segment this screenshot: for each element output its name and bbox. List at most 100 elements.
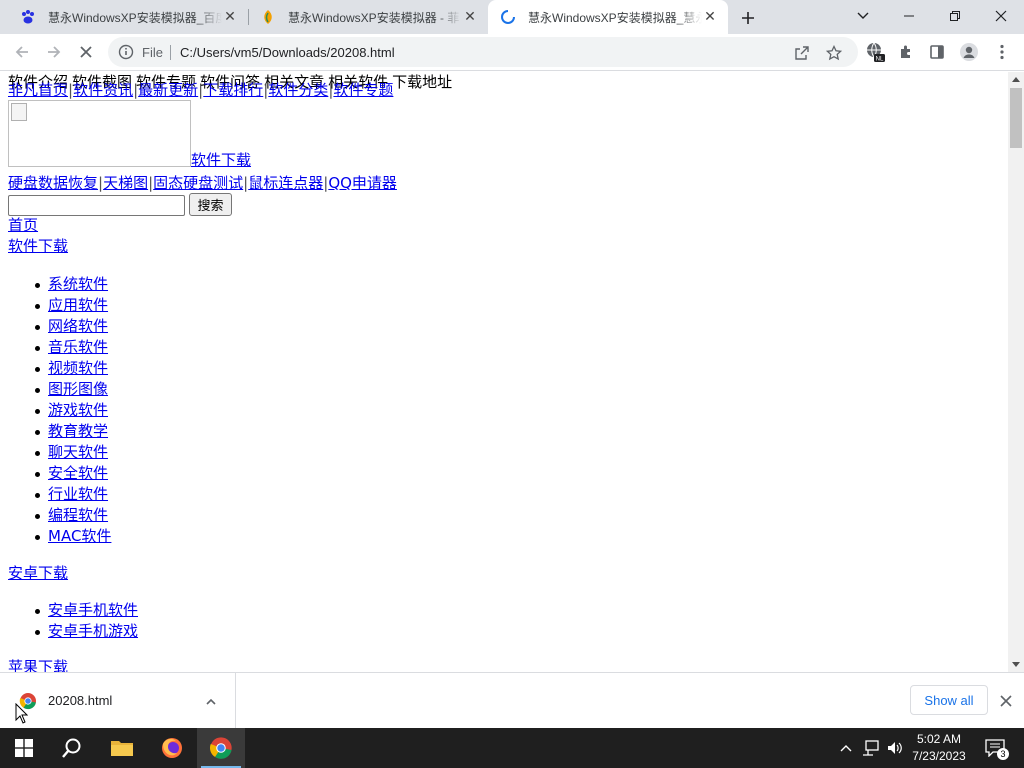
hot-link-ssd-test[interactable]: 固态硬盘测试 — [153, 174, 243, 192]
scroll-down-arrow-icon[interactable] — [1012, 662, 1020, 667]
windows-logo-icon — [15, 739, 33, 757]
category-link[interactable]: 安卓手机游戏 — [48, 622, 138, 640]
download-item[interactable]: 20208.html — [0, 673, 236, 729]
stop-loading-button[interactable] — [72, 38, 100, 66]
page-scrollbar[interactable] — [1008, 72, 1024, 672]
hot-link-data-recovery[interactable]: 硬盘数据恢复 — [8, 174, 98, 192]
notification-center-button[interactable]: 3 — [980, 728, 1010, 768]
list-item: 应用软件 — [34, 295, 111, 316]
close-window-button[interactable] — [978, 0, 1024, 32]
search-button[interactable] — [48, 728, 96, 768]
search-input[interactable] — [8, 195, 185, 216]
category-link[interactable]: 网络软件 — [48, 317, 108, 335]
url-text[interactable]: C:/Users/vm5/Downloads/20208.html — [180, 45, 395, 60]
scrollbar-thumb[interactable] — [1010, 88, 1022, 148]
new-tab-button[interactable] — [734, 4, 762, 32]
broken-logo-image[interactable] — [8, 100, 191, 167]
translate-extension-icon[interactable]: NL — [861, 38, 889, 66]
address-bar[interactable]: File C:/Users/vm5/Downloads/20208.html — [108, 37, 858, 67]
site-nav-news-link[interactable]: 软件资讯 — [73, 81, 133, 99]
bookmark-star-icon[interactable] — [823, 42, 845, 64]
list-item: 编程软件 — [34, 505, 111, 526]
start-button[interactable] — [0, 728, 48, 768]
section-title-apple: 苹果下载 — [8, 657, 68, 672]
home-link[interactable]: 首页 — [8, 216, 38, 234]
close-download-bar-icon[interactable] — [996, 691, 1016, 711]
hot-link-ladder-chart[interactable]: 天梯图 — [103, 174, 148, 192]
list-item: 系统软件 — [34, 274, 111, 295]
category-link[interactable]: 安卓手机软件 — [48, 601, 138, 619]
system-clock[interactable]: 5:02 AM 7/23/2023 — [900, 731, 978, 765]
profile-avatar-icon[interactable] — [955, 38, 983, 66]
section-link-apple[interactable]: 苹果下载 — [8, 658, 68, 672]
chrome-icon — [209, 737, 232, 759]
firefox-button[interactable] — [148, 728, 196, 768]
hot-link-qq-register[interactable]: QQ申请器 — [328, 174, 397, 192]
site-nav-topics-link[interactable]: 软件专题 — [333, 81, 393, 99]
windows-taskbar: 5:02 AM 7/23/2023 3 — [0, 728, 1024, 768]
clock-time: 5:02 AM — [916, 732, 962, 746]
back-button[interactable] — [8, 38, 36, 66]
forward-arrow-icon — [48, 46, 61, 58]
tab-close-icon[interactable]: ✕ — [222, 9, 238, 25]
category-link[interactable]: MAC软件 — [48, 527, 111, 545]
back-arrow-icon — [15, 46, 28, 58]
search-icon — [62, 738, 81, 758]
category-link[interactable]: 安全软件 — [48, 464, 108, 482]
category-link[interactable]: 教育教学 — [48, 422, 108, 440]
site-nav-ranking-link[interactable]: 下载排行 — [203, 81, 263, 99]
loading-spinner-icon — [500, 9, 516, 25]
nav-item-download[interactable]: 下载地址 — [392, 73, 452, 91]
list-item: 行业软件 — [34, 484, 111, 505]
list-item: 聊天软件 — [34, 442, 111, 463]
chevron-up-icon[interactable] — [205, 693, 217, 712]
chevron-down-icon — [857, 12, 869, 19]
software-category-list: 系统软件 应用软件 网络软件 音乐软件 视频软件 图形图像 游戏软件 教育教学 … — [34, 274, 111, 547]
tab-strip: 慧永WindowsXP安装模拟器_百度 ✕ 慧永WindowsXP安装模拟器 -… — [0, 0, 1024, 34]
hot-link-mouse-clicker[interactable]: 鼠标连点器 — [248, 174, 323, 192]
category-link[interactable]: 图形图像 — [48, 380, 108, 398]
browser-toolbar: File C:/Users/vm5/Downloads/20208.html N… — [0, 34, 1024, 71]
category-link[interactable]: 系统软件 — [48, 275, 108, 293]
info-icon[interactable] — [118, 44, 134, 64]
tab-current[interactable]: 慧永WindowsXP安装模拟器_慧永 ✕ — [488, 0, 728, 34]
tab-baidu[interactable]: 慧永WindowsXP安装模拟器_百度 ✕ — [8, 0, 248, 34]
section-link-android[interactable]: 安卓下载 — [8, 564, 68, 582]
scroll-up-arrow-icon[interactable] — [1012, 77, 1020, 82]
network-icon[interactable] — [860, 728, 882, 768]
chevron-up-icon — [840, 745, 852, 752]
android-category-list: 安卓手机软件 安卓手机游戏 — [34, 600, 138, 642]
extensions-puzzle-icon[interactable] — [892, 38, 920, 66]
tab-feifan[interactable]: 慧永WindowsXP安装模拟器 - 菲 ✕ — [248, 0, 488, 34]
list-item: 教育教学 — [34, 421, 111, 442]
show-all-downloads-button[interactable]: Show all — [910, 685, 988, 715]
restore-icon — [950, 11, 960, 21]
site-nav-categories-link[interactable]: 软件分类 — [268, 81, 328, 99]
category-link[interactable]: 行业软件 — [48, 485, 108, 503]
section-link-software[interactable]: 软件下载 — [8, 237, 68, 255]
tab-search-button[interactable] — [840, 0, 886, 32]
share-icon[interactable] — [791, 42, 813, 64]
category-link[interactable]: 聊天软件 — [48, 443, 108, 461]
side-panel-icon[interactable] — [923, 38, 951, 66]
logo-download-link[interactable]: 软件下载 — [191, 150, 251, 171]
category-link[interactable]: 编程软件 — [48, 506, 108, 524]
restore-button[interactable] — [932, 0, 978, 32]
category-link[interactable]: 视频软件 — [48, 359, 108, 377]
category-link[interactable]: 应用软件 — [48, 296, 108, 314]
site-nav-latest-link[interactable]: 最新更新 — [138, 81, 198, 99]
chrome-taskbar-button[interactable] — [197, 728, 245, 768]
category-link[interactable]: 音乐软件 — [48, 338, 108, 356]
forward-button[interactable] — [40, 38, 68, 66]
site-nav: 非凡首页|软件资讯|最新更新|下载排行|软件分类|软件专题 — [8, 80, 393, 101]
file-explorer-button[interactable] — [98, 728, 146, 768]
minimize-button[interactable] — [886, 0, 932, 32]
search-button[interactable]: 搜索 — [189, 193, 232, 216]
minimize-icon — [904, 15, 914, 17]
tab-close-icon[interactable]: ✕ — [702, 9, 718, 25]
menu-kebab-icon[interactable] — [988, 38, 1016, 66]
tab-close-icon[interactable]: ✕ — [462, 9, 478, 25]
site-nav-home-link[interactable]: 非凡首页 — [8, 81, 68, 99]
category-link[interactable]: 游戏软件 — [48, 401, 108, 419]
show-hidden-icons-button[interactable] — [836, 728, 856, 768]
